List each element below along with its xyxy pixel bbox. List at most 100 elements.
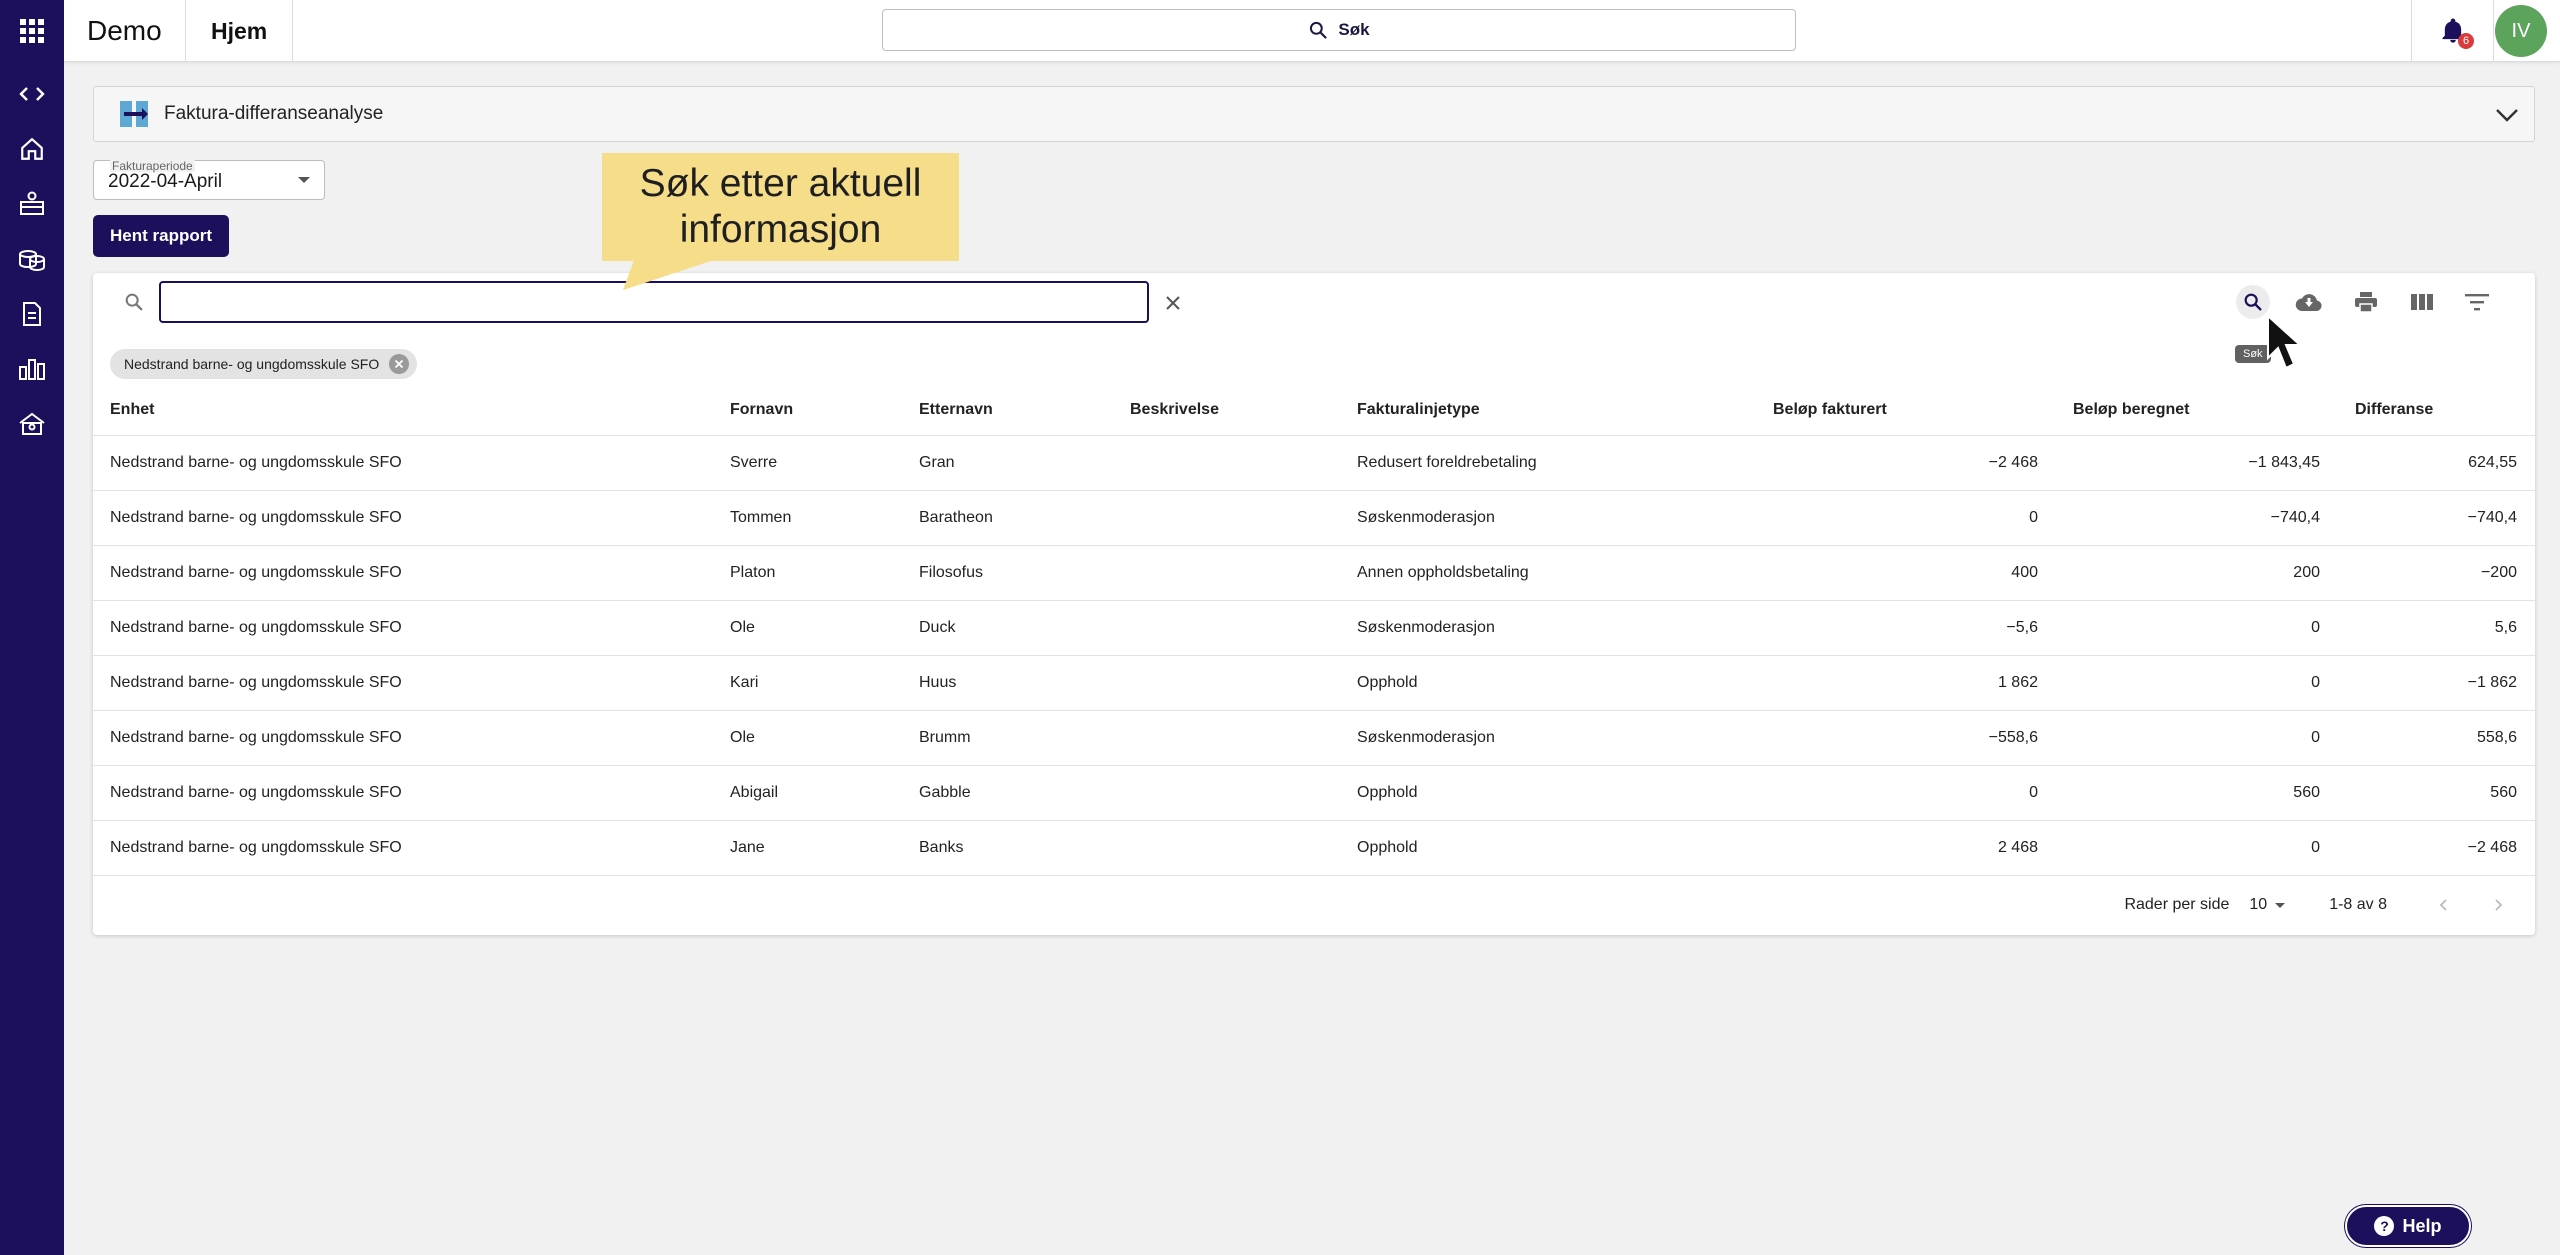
period-select[interactable]: Fakturaperiode 2022-04-April (93, 160, 325, 200)
caret-down-icon (298, 177, 310, 183)
column-header-fornavn[interactable]: Fornavn (713, 385, 902, 436)
column-header-etternavn[interactable]: Etternavn (902, 385, 1113, 436)
cell-enhet: Nedstrand barne- og ungdomsskule SFO (93, 710, 713, 766)
help-button[interactable]: ? Help (2345, 1205, 2471, 1247)
cell-beskrivelse (1113, 655, 1340, 711)
table-row[interactable]: Nedstrand barne- og ungdomsskule SFO Kar… (93, 655, 2535, 711)
cell-enhet: Nedstrand barne- og ungdomsskule SFO (93, 545, 713, 601)
user-avatar[interactable]: IV (2495, 5, 2547, 57)
cell-beskrivelse (1113, 710, 1340, 766)
rail-item-childcare[interactable] (0, 182, 64, 226)
report-logo-icon (120, 101, 148, 127)
filter-icon (2465, 294, 2489, 311)
cell-belop-fakturert: 0 (1756, 490, 2056, 546)
print-button[interactable] (2349, 285, 2383, 319)
apps-menu-button[interactable] (0, 0, 64, 62)
close-icon (1166, 296, 1180, 310)
table-row[interactable]: Nedstrand barne- og ungdomsskule SFO Abi… (93, 765, 2535, 821)
next-page-button[interactable] (2481, 888, 2515, 922)
cell-fakturalinjetype: Opphold (1340, 765, 1756, 821)
top-bar: Demo Hjem Søk 6 IV (0, 0, 2560, 62)
expand-button[interactable] (2492, 100, 2522, 135)
cell-beskrivelse (1113, 765, 1340, 821)
cell-etternavn: Brumm (902, 710, 1113, 766)
rail-item-organization[interactable] (0, 402, 64, 446)
fetch-report-button[interactable]: Hent rapport (93, 215, 229, 257)
cell-belop-fakturert: −5,6 (1756, 600, 2056, 656)
rail-item-home[interactable] (0, 127, 64, 171)
cell-enhet: Nedstrand barne- og ungdomsskule SFO (93, 600, 713, 656)
rows-per-page-label: Rader per side (2124, 896, 2230, 913)
rows-per-page-value: 10 (2249, 896, 2268, 913)
cell-fornavn: Sverre (713, 435, 902, 491)
previous-page-button[interactable] (2427, 888, 2461, 922)
table-search-icon (123, 291, 145, 318)
rail-toggle-button[interactable] (0, 72, 64, 116)
cell-fornavn: Ole (713, 600, 902, 656)
cell-enhet: Nedstrand barne- og ungdomsskule SFO (93, 765, 713, 821)
cell-fornavn: Jane (713, 820, 902, 876)
chevron-left-icon (2439, 899, 2447, 911)
cell-belop-beregnet: −1 843,45 (2056, 435, 2338, 491)
column-header-differanse[interactable]: Differanse (2338, 385, 2535, 436)
header-divider (2493, 0, 2494, 62)
mouse-cursor-icon (2266, 313, 2306, 379)
callout-pointer (623, 260, 714, 290)
table-row[interactable]: Nedstrand barne- og ungdomsskule SFO Ole… (93, 600, 2535, 656)
column-header-belop-fakturert[interactable]: Beløp fakturert (1756, 385, 2056, 436)
app-brand[interactable]: Demo (87, 0, 162, 62)
report-title: Faktura-differanseanalyse (164, 103, 384, 124)
cell-belop-beregnet: 200 (2056, 545, 2338, 601)
cell-differanse: −200 (2338, 545, 2535, 601)
columns-button[interactable] (2405, 285, 2439, 319)
organization-icon (19, 412, 45, 435)
cell-fornavn: Platon (713, 545, 902, 601)
rail-item-documents[interactable] (0, 292, 64, 336)
cell-belop-beregnet: 0 (2056, 820, 2338, 876)
column-header-belop-beregnet[interactable]: Beløp beregnet (2056, 385, 2338, 436)
cell-beskrivelse (1113, 435, 1340, 491)
cell-etternavn: Filosofus (902, 545, 1113, 601)
report-header[interactable]: Faktura-differanseanalyse (93, 86, 2535, 142)
notifications-button[interactable]: 6 (2412, 0, 2493, 62)
table-pagination: Rader per side 10 1-8 av 8 (93, 880, 2535, 930)
document-icon (23, 302, 41, 326)
global-search-label: Søk (1338, 20, 1370, 39)
column-header-fakturalinjetype[interactable]: Fakturalinjetype (1340, 385, 1756, 436)
pagination-range: 1-8 av 8 (2329, 896, 2387, 913)
tutorial-callout: Søk etter aktuell informasjon (602, 153, 959, 261)
cell-belop-beregnet: 560 (2056, 765, 2338, 821)
cell-fakturalinjetype: Annen oppholdsbetaling (1340, 545, 1756, 601)
breadcrumb-home[interactable]: Hjem (211, 0, 267, 62)
cell-belop-beregnet: 0 (2056, 655, 2338, 711)
table-row[interactable]: Nedstrand barne- og ungdomsskule SFO Sve… (93, 435, 2535, 491)
column-header-beskrivelse[interactable]: Beskrivelse (1113, 385, 1340, 436)
cell-belop-fakturert: 2 468 (1756, 820, 2056, 876)
cloud-download-icon (2295, 294, 2322, 311)
rail-item-payments[interactable] (0, 237, 64, 281)
table-row[interactable]: Nedstrand barne- og ungdomsskule SFO Ole… (93, 710, 2535, 766)
cell-beskrivelse (1113, 820, 1340, 876)
column-header-enhet[interactable]: Enhet (93, 385, 713, 436)
code-icon (19, 87, 45, 101)
table-row[interactable]: Nedstrand barne- og ungdomsskule SFO Tom… (93, 490, 2535, 546)
clear-search-button[interactable] (1161, 291, 1185, 315)
print-icon (2355, 292, 2377, 313)
side-rail (0, 62, 64, 1255)
search-toggle-button[interactable] (2236, 285, 2270, 319)
search-icon (2244, 293, 2262, 311)
home-icon (21, 137, 43, 160)
filter-button[interactable] (2460, 285, 2494, 319)
table-row[interactable]: Nedstrand barne- og ungdomsskule SFO Jan… (93, 820, 2535, 876)
remove-filter-button[interactable] (389, 354, 410, 374)
cell-fornavn: Tommen (713, 490, 902, 546)
global-search[interactable]: Søk (882, 9, 1796, 51)
rows-per-page-select[interactable]: 10 (2249, 896, 2286, 914)
cell-differanse: 558,6 (2338, 710, 2535, 766)
table-header-row: Enhet Fornavn Etternavn Beskrivelse Fakt… (93, 385, 2535, 436)
cell-etternavn: Duck (902, 600, 1113, 656)
cell-differanse: 624,55 (2338, 435, 2535, 491)
table-row[interactable]: Nedstrand barne- og ungdomsskule SFO Pla… (93, 545, 2535, 601)
rail-item-reports[interactable] (0, 347, 64, 391)
period-select-value: 2022-04-April (108, 171, 223, 192)
